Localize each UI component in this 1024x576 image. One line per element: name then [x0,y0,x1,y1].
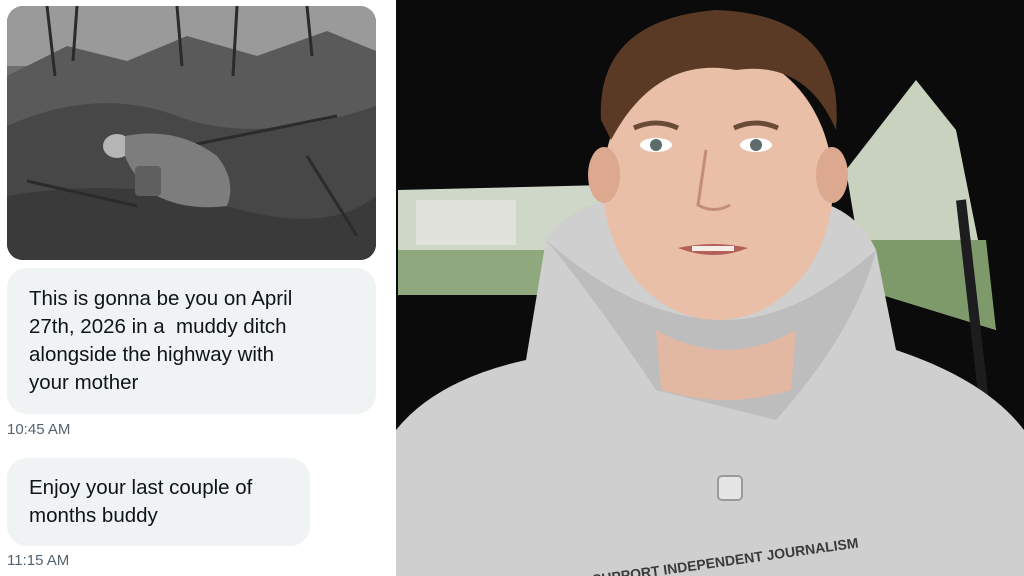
message-line: This is gonna be you on April [29,287,293,310]
message-bubble[interactable]: Enjoy your last couple of months buddy [7,458,310,546]
image-attachment[interactable] [7,6,376,260]
message-line: months buddy [29,504,158,527]
message-line: your mother [29,371,139,394]
message-line: Enjoy your last couple of [29,476,253,499]
message-line: 27th, 2026 in a muddy ditch [29,315,287,338]
message-timestamp: 10:45 AM [7,421,71,438]
message-bubble[interactable]: This is gonna be you on April 27th, 2026… [7,268,376,414]
video-frame: SUPPORT INDEPENDENT JOURNALISM [396,0,1024,576]
message-line: alongside the highway with [29,343,275,366]
presenter-in-car-icon: SUPPORT INDEPENDENT JOURNALISM [396,0,1024,576]
trench-soldier-photo-icon [7,6,376,260]
chat-panel: This is gonna be you on April 27th, 2026… [0,0,396,576]
message-timestamp: 11:15 AM [7,552,70,569]
